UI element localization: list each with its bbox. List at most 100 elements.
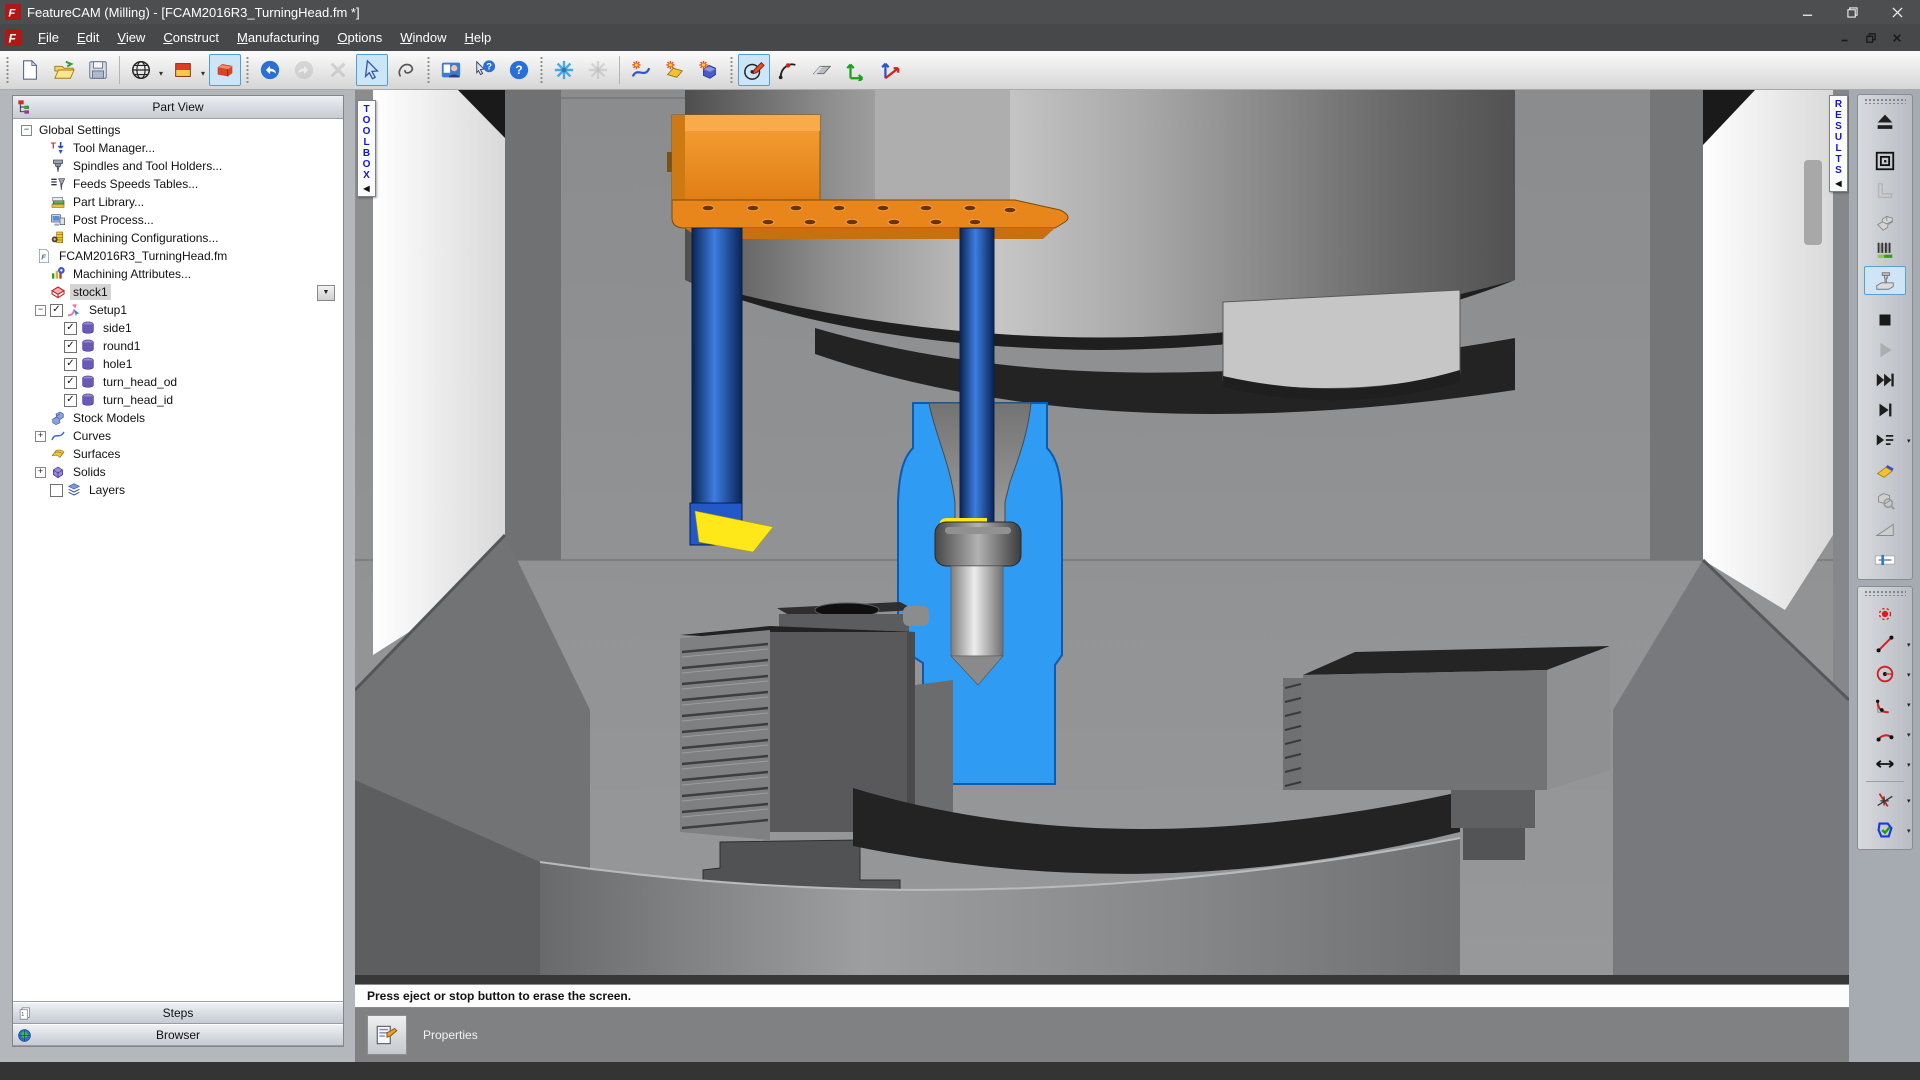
tree-label-stock-models[interactable]: Stock Models (70, 410, 148, 426)
toolbox-tab[interactable]: TOOLBOX◀ (357, 100, 376, 197)
collapse-icon[interactable]: − (21, 125, 32, 136)
stock-display-button[interactable] (209, 54, 241, 86)
play-next-operation-button[interactable]: ▾ (1864, 425, 1906, 454)
collapse-icon[interactable]: − (35, 305, 46, 316)
tree-item-feeds-speeds-tables[interactable]: Feeds Speeds Tables... (13, 175, 343, 193)
help-button[interactable]: ? (503, 54, 535, 86)
close-button[interactable] (1875, 0, 1920, 24)
tree-label-machining-configurations[interactable]: Machining Configurations... (70, 230, 221, 246)
tree-label-turn-head-id[interactable]: turn_head_id (100, 392, 176, 408)
tree-item-spindles-tool-holders[interactable]: Spindles and Tool Holders... (13, 157, 343, 175)
dropdown-caret-icon[interactable]: ▾ (159, 69, 163, 78)
assistant-button[interactable] (435, 54, 467, 86)
menu-window[interactable]: Window (391, 26, 455, 49)
tree-label-part-library[interactable]: Part Library... (70, 194, 147, 210)
dropdown-caret-icon[interactable]: ▾ (1907, 761, 1911, 769)
tree-item-document[interactable]: FFCAM2016R3_TurningHead.fm (13, 247, 343, 265)
collapse-arrow-icon[interactable]: ◀ (1835, 178, 1841, 189)
tree-item-curves[interactable]: + Curves (13, 427, 343, 445)
fast-forward-button[interactable] (1864, 365, 1906, 394)
stock-axes-button[interactable] (840, 54, 872, 86)
new-feature-button[interactable] (548, 54, 580, 86)
dropdown-caret-icon[interactable]: ▾ (1907, 671, 1911, 679)
dropdown-caret-icon[interactable]: ▾ (201, 69, 205, 78)
context-help-button[interactable]: ? (469, 54, 501, 86)
tree-item-global-settings[interactable]: −Global Settings (13, 121, 343, 139)
dropdown-caret-icon[interactable]: ▾ (1907, 641, 1911, 649)
expand-icon[interactable]: + (35, 467, 46, 478)
tree-item-solids[interactable]: + Solids (13, 463, 343, 481)
tree-item-turn-head-id[interactable]: ✓turn_head_id (13, 391, 343, 409)
menu-help[interactable]: Help (455, 26, 500, 49)
results-tab[interactable]: RESULTS◀ (1829, 95, 1848, 192)
menu-options[interactable]: Options (328, 26, 391, 49)
speed-slider[interactable] (1864, 545, 1906, 574)
open-file-button[interactable] (48, 54, 80, 86)
menu-edit[interactable]: Edit (68, 26, 108, 49)
circle-button[interactable]: ▾ (1864, 659, 1906, 688)
part-view-header[interactable]: Part View (13, 96, 343, 119)
dropdown-caret-icon[interactable]: ▾ (1907, 797, 1911, 805)
checkbox-round1[interactable]: ✓ (64, 340, 77, 353)
checkbox-layers[interactable] (50, 484, 63, 497)
arc-points-button[interactable] (772, 54, 804, 86)
tree-item-machining-configurations[interactable]: Machining Configurations... (13, 229, 343, 247)
arc-button[interactable]: ▾ (1864, 719, 1906, 748)
toolbar-grip[interactable] (5, 55, 10, 85)
collapse-arrow-icon[interactable]: ◀ (363, 183, 369, 194)
minimize-button[interactable] (1785, 0, 1830, 24)
mdi-restore-button[interactable] (1858, 29, 1884, 47)
menu-construct[interactable]: Construct (154, 26, 228, 49)
plane-button[interactable] (806, 54, 838, 86)
checkbox-hole1[interactable]: ✓ (64, 358, 77, 371)
rapidcut-simulation-button[interactable] (1864, 236, 1906, 265)
dropdown-caret-icon[interactable]: ▾ (1907, 827, 1911, 835)
menu-file[interactable]: File (29, 26, 68, 49)
tree-label-spindles-tool-holders[interactable]: Spindles and Tool Holders... (70, 158, 225, 174)
tree-label-solids[interactable]: Solids (70, 464, 109, 480)
machine-simulation-button[interactable] (1864, 266, 1906, 295)
tree-item-part-library[interactable]: Part Library... (13, 193, 343, 211)
checkbox-turn-head-od[interactable]: ✓ (64, 376, 77, 389)
tree-item-stock-models[interactable]: Stock Models (13, 409, 343, 427)
stock-dropdown-button[interactable]: ▼ (317, 285, 335, 301)
menu-view[interactable]: View (108, 26, 154, 49)
2d-simulation-button[interactable] (1864, 176, 1906, 205)
tree-label-turn-head-od[interactable]: turn_head_od (100, 374, 180, 390)
steps-tab[interactable]: 1 Steps (13, 1002, 343, 1024)
dropdown-caret-icon[interactable]: ▾ (1907, 701, 1911, 709)
simulation-speed-button[interactable] (1864, 515, 1906, 544)
tree-label-hole1[interactable]: hole1 (100, 356, 135, 372)
tree-label-global-settings[interactable]: Global Settings (36, 122, 123, 138)
fillet-button[interactable]: ▾ (1864, 689, 1906, 718)
save-file-button[interactable] (82, 54, 114, 86)
tree-label-side1[interactable]: side1 (100, 320, 135, 336)
undo-button[interactable] (254, 54, 286, 86)
toolbar-grip[interactable] (1864, 590, 1906, 596)
tree-item-surfaces[interactable]: Surfaces (13, 445, 343, 463)
tree-label-tool-manager[interactable]: Tool Manager... (70, 140, 158, 156)
graphics-canvas[interactable]: TOOLBOX◀ RESULTS◀ (355, 90, 1849, 984)
line-button[interactable]: ▾ (1864, 629, 1906, 658)
tree-label-feeds-speeds-tables[interactable]: Feeds Speeds Tables... (70, 176, 201, 192)
new-curve-button[interactable] (625, 54, 657, 86)
mdi-minimize-button[interactable] (1832, 29, 1858, 47)
dropdown-caret-icon[interactable]: ▾ (1907, 437, 1911, 445)
menu-manufacturing[interactable]: Manufacturing (228, 26, 328, 49)
browser-tab[interactable]: Browser (13, 1024, 343, 1046)
tree-item-round1[interactable]: ✓round1 (13, 337, 343, 355)
tree-label-post-process[interactable]: Post Process... (70, 212, 157, 228)
tree-item-tool-manager[interactable]: TTool Manager... (13, 139, 343, 157)
expand-icon[interactable]: + (35, 431, 46, 442)
dropdown-caret-icon[interactable]: ▾ (1907, 731, 1911, 739)
tree-label-machining-attributes[interactable]: Machining Attributes... (70, 266, 194, 282)
tree-label-surfaces[interactable]: Surfaces (70, 446, 123, 462)
tree-label-curves[interactable]: Curves (70, 428, 114, 444)
play-button[interactable] (1864, 335, 1906, 364)
shading-mode-button[interactable]: ▾ (167, 54, 199, 86)
tree-item-setup1[interactable]: −✓Setup1 (13, 301, 343, 319)
feature-wizard-button[interactable] (582, 54, 614, 86)
restore-button[interactable] (1830, 0, 1875, 24)
checkbox-side1[interactable]: ✓ (64, 322, 77, 335)
tree-item-machining-attributes[interactable]: Machining Attributes... (13, 265, 343, 283)
